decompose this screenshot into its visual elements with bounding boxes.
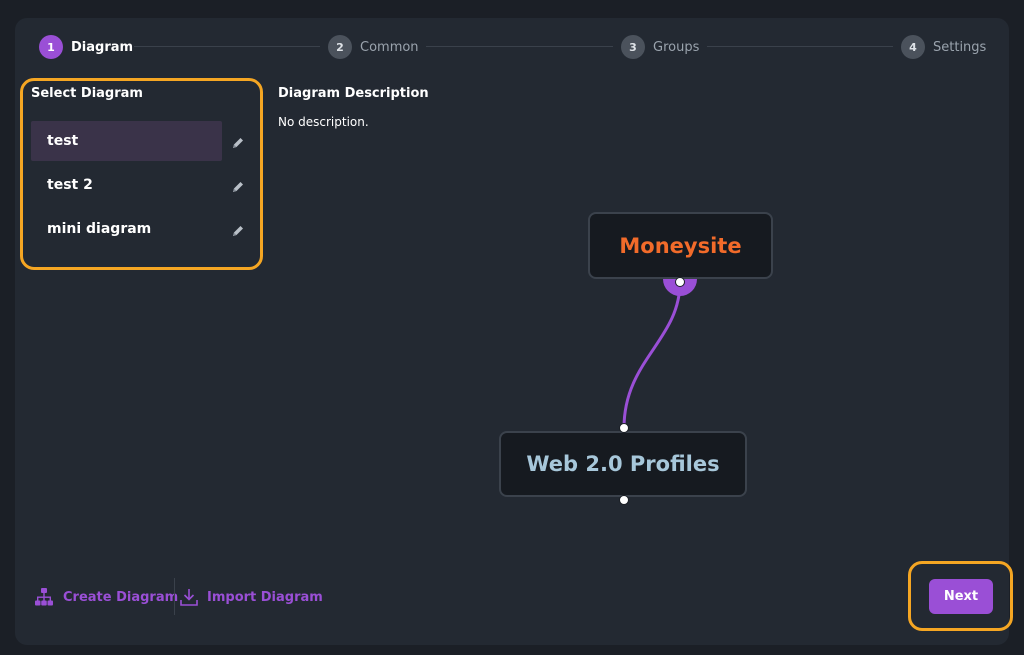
- next-button[interactable]: Next: [929, 579, 993, 614]
- step-connector: [707, 46, 893, 47]
- step-label: Diagram: [71, 39, 134, 55]
- step-diagram[interactable]: 1 Diagram: [39, 35, 133, 59]
- sitemap-icon: [35, 588, 53, 606]
- node-output-port[interactable]: [675, 277, 685, 287]
- diagram-description-title: Diagram Description: [278, 86, 429, 101]
- pencil-icon[interactable]: [231, 180, 245, 194]
- step-number: 4: [901, 35, 925, 59]
- actions-divider: [174, 578, 175, 615]
- step-number: 1: [39, 35, 63, 59]
- diagram-node-moneysite[interactable]: Moneysite: [588, 212, 773, 279]
- pencil-icon[interactable]: [231, 136, 245, 150]
- step-label: Common: [360, 39, 419, 55]
- import-diagram-label: Import Diagram: [207, 589, 323, 605]
- node-input-port[interactable]: [619, 423, 629, 433]
- step-number: 3: [621, 35, 645, 59]
- step-number: 2: [328, 35, 352, 59]
- step-label: Settings: [933, 39, 987, 55]
- step-label: Groups: [653, 39, 700, 55]
- step-connector: [134, 46, 320, 47]
- diagram-item-mini-diagram[interactable]: mini diagram: [31, 209, 222, 249]
- select-diagram-title: Select Diagram: [31, 86, 143, 101]
- diagram-item-test-2[interactable]: test 2: [31, 165, 222, 205]
- node-output-port[interactable]: [619, 495, 629, 505]
- step-settings[interactable]: 4 Settings: [901, 35, 986, 59]
- create-diagram-label: Create Diagram: [63, 589, 179, 605]
- diagram-node-web20-profiles[interactable]: Web 2.0 Profiles: [499, 431, 747, 497]
- create-diagram-button[interactable]: Create Diagram: [34, 586, 178, 608]
- step-groups[interactable]: 3 Groups: [621, 35, 699, 59]
- step-common[interactable]: 2 Common: [328, 35, 419, 59]
- diagram-description-text: No description.: [278, 115, 369, 129]
- download-icon: [180, 589, 198, 606]
- import-diagram-button[interactable]: Import Diagram: [179, 586, 323, 608]
- diagram-item-test[interactable]: test: [31, 121, 222, 161]
- step-connector: [426, 46, 613, 47]
- pencil-icon[interactable]: [231, 224, 245, 238]
